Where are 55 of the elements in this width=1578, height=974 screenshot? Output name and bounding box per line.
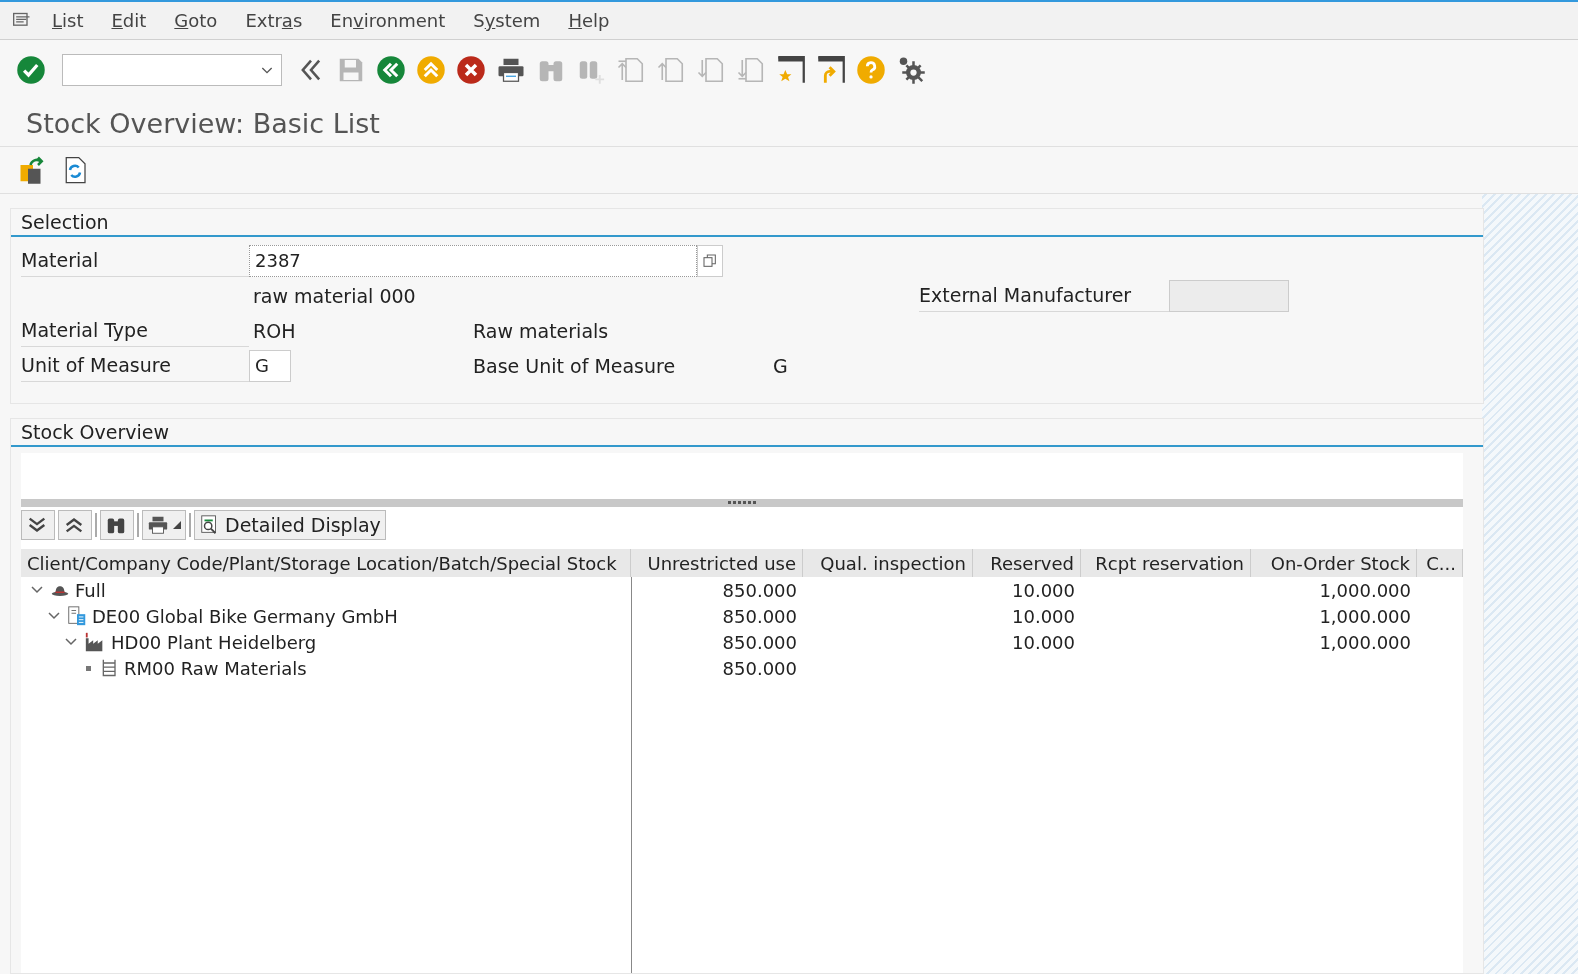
dropdown-icon[interactable] — [173, 521, 181, 529]
grid-tool-button[interactable] — [58, 510, 92, 540]
cancel-icon[interactable] — [456, 55, 486, 85]
stock-value: 10.000 — [1012, 579, 1075, 601]
menu-item[interactable]: Help — [558, 10, 620, 31]
material-type-description: Raw materials — [472, 319, 609, 342]
menu-item[interactable]: Extras — [235, 10, 313, 31]
stock-value: 10.000 — [1012, 605, 1075, 627]
material-type-value: ROH — [252, 319, 296, 342]
column-header[interactable]: Reserved — [973, 549, 1081, 577]
stock-value: 850.000 — [722, 631, 797, 653]
menu-item[interactable]: System — [463, 10, 551, 31]
column-header[interactable]: Client/Company Code/Plant/Storage Location/Batch/Special Stock — [21, 549, 631, 577]
tree-node-label[interactable]: RM00 Raw Materials — [124, 657, 307, 679]
material-description: raw material 000 — [252, 284, 416, 307]
value-help-button[interactable] — [697, 244, 723, 277]
stock-value: 850.000 — [722, 579, 797, 601]
column-header[interactable]: On-Order Stock — [1251, 549, 1417, 577]
unit-field[interactable]: G — [249, 349, 291, 382]
panel-title: Selection — [21, 211, 109, 233]
column-header[interactable]: C... — [1417, 549, 1463, 577]
menu-item[interactable]: Environment — [320, 10, 456, 31]
menu-item[interactable]: Goto — [164, 10, 228, 31]
tree-node-label[interactable]: DE00 Global Bike Germany GmbH — [92, 605, 398, 627]
check-icon[interactable] — [16, 55, 46, 85]
column-header[interactable]: Unrestricted use — [631, 549, 803, 577]
copy-icon — [702, 252, 718, 269]
panel-title: Stock Overview — [21, 421, 170, 443]
printer-icon — [147, 514, 169, 536]
grid-tool-button[interactable] — [100, 510, 134, 540]
menu-item[interactable]: List — [42, 10, 94, 31]
column-header[interactable]: Rcpt reservation — [1081, 549, 1251, 577]
splitter-handle[interactable] — [21, 499, 1463, 507]
building-icon — [66, 605, 88, 627]
detail-button[interactable]: Detailed Display — [194, 510, 386, 540]
back-icon[interactable] — [376, 55, 406, 85]
stock-value: 1,000.000 — [1319, 605, 1411, 627]
column-header[interactable]: Qual. inspection — [803, 549, 973, 577]
stock-value: 1,000.000 — [1319, 579, 1411, 601]
stock-value: 850.000 — [722, 657, 797, 679]
stock-value: 10.000 — [1012, 631, 1075, 653]
page-title: Stock Overview: Basic List — [26, 107, 380, 139]
material-field[interactable]: 2387 — [249, 244, 697, 277]
grid-tool-button[interactable] — [21, 510, 55, 540]
menu-item[interactable]: Edit — [101, 10, 157, 31]
stock-value: 1,000.000 — [1319, 631, 1411, 653]
stock-value: 850.000 — [722, 605, 797, 627]
grid-tool-button[interactable] — [142, 510, 186, 540]
field-label: Material Type — [21, 314, 249, 347]
leaf-bullet-icon — [85, 665, 91, 671]
command-field[interactable] — [62, 54, 282, 86]
tree-node-label[interactable]: Full — [75, 579, 106, 601]
tree-node-label[interactable]: HD00 Plant Heidelberg — [111, 631, 317, 653]
field-label: Base Unit of Measure — [472, 354, 676, 377]
base-unit-value: G — [772, 354, 788, 377]
